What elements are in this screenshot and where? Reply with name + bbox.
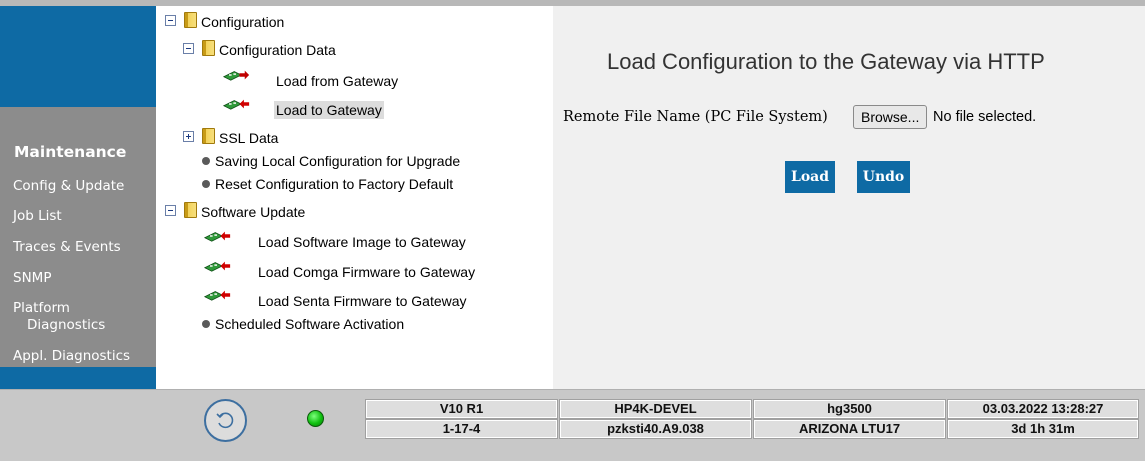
file-field-label: Remote File Name (PC File System) — [563, 109, 828, 125]
bullet-icon — [202, 157, 210, 165]
bullet-icon — [202, 180, 210, 188]
expander-minus-icon[interactable] — [183, 43, 194, 54]
gateway-board-icon — [203, 231, 231, 242]
folder-icon — [202, 40, 215, 56]
sidebar-banner — [0, 6, 156, 107]
sidebar-item-config-update[interactable]: Config & Update — [13, 178, 124, 195]
status-footer: V10 R1 HP4K-DEVEL hg3500 03.03.2022 13:2… — [0, 389, 1145, 461]
gateway-board-icon — [222, 99, 250, 110]
sidebar-item-job-list[interactable]: Job List — [13, 208, 62, 225]
folder-icon — [202, 128, 215, 144]
tree-item-ssl-data[interactable]: SSL Data — [219, 129, 278, 147]
file-status: No file selected. — [933, 109, 1037, 125]
gateway-board-icon — [203, 290, 231, 301]
sidebar-item-snmp[interactable]: SNMP — [13, 270, 51, 287]
folder-icon — [184, 12, 197, 28]
refresh-icon — [216, 412, 234, 429]
status-software-build: pzksti40.A9.038 — [559, 419, 752, 439]
status-datetime: 03.03.2022 13:28:27 — [947, 399, 1139, 419]
arrow-out-icon — [239, 70, 250, 80]
status-version: V10 R1 — [365, 399, 558, 419]
refresh-button[interactable] — [204, 399, 247, 442]
tree-item-software-update[interactable]: Software Update — [201, 203, 305, 221]
navigation-tree: Configuration Configuration Data Load fr… — [156, 6, 553, 389]
sidebar-item-label: Diagnostics — [27, 317, 106, 333]
undo-button[interactable]: Undo — [857, 161, 910, 193]
page-title: Load Configuration to the Gateway via HT… — [607, 49, 1045, 74]
tree-item-load-to-gateway[interactable]: Load to Gateway — [274, 101, 384, 119]
sidebar-item-traces-events[interactable]: Traces & Events — [13, 239, 121, 256]
arrow-in-icon — [239, 99, 250, 109]
tree-item-saving-local-config[interactable]: Saving Local Configuration for Upgrade — [215, 152, 460, 170]
arrow-in-icon — [220, 231, 231, 241]
gateway-board-icon — [222, 70, 250, 81]
expander-minus-icon[interactable] — [165, 205, 176, 216]
expander-minus-icon[interactable] — [165, 15, 176, 26]
expander-plus-icon[interactable] — [183, 131, 194, 142]
sidebar: Maintenance Config & Update Job List Tra… — [0, 6, 156, 389]
main-panel: Load Configuration to the Gateway via HT… — [553, 6, 1145, 389]
arrow-in-icon — [220, 261, 231, 271]
sidebar-item-appl-diagnostics[interactable]: Appl. Diagnostics — [13, 348, 130, 365]
tree-item-configuration[interactable]: Configuration — [201, 13, 284, 31]
tree-item-load-comga-firmware[interactable]: Load Comga Firmware to Gateway — [258, 263, 475, 281]
sidebar-footer-bar — [0, 367, 156, 389]
status-board-name: ARIZONA LTU17 — [753, 419, 946, 439]
arrow-in-icon — [220, 290, 231, 300]
status-board-type: hg3500 — [753, 399, 946, 419]
browse-button[interactable]: Browse... — [853, 105, 928, 129]
load-button[interactable]: Load — [785, 161, 835, 193]
tree-item-configuration-data[interactable]: Configuration Data — [219, 41, 336, 59]
status-system-name: HP4K-DEVEL — [559, 399, 752, 419]
status-led-icon — [307, 410, 324, 427]
tree-item-load-software-image[interactable]: Load Software Image to Gateway — [258, 233, 466, 251]
sidebar-item-platform-diagnostics[interactable]: Platform Diagnostics — [13, 300, 105, 334]
sidebar-heading: Maintenance — [14, 143, 127, 161]
tree-item-scheduled-activation[interactable]: Scheduled Software Activation — [215, 315, 404, 333]
tree-item-load-from-gateway[interactable]: Load from Gateway — [276, 72, 398, 90]
bullet-icon — [202, 320, 210, 328]
tree-item-load-senta-firmware[interactable]: Load Senta Firmware to Gateway — [258, 292, 467, 310]
status-uptime: 3d 1h 31m — [947, 419, 1139, 439]
gateway-board-icon — [203, 261, 231, 272]
folder-icon — [184, 202, 197, 218]
tree-item-reset-factory-default[interactable]: Reset Configuration to Factory Default — [215, 175, 453, 193]
sidebar-item-label: Platform — [13, 300, 70, 316]
status-slot: 1-17-4 — [365, 419, 558, 439]
